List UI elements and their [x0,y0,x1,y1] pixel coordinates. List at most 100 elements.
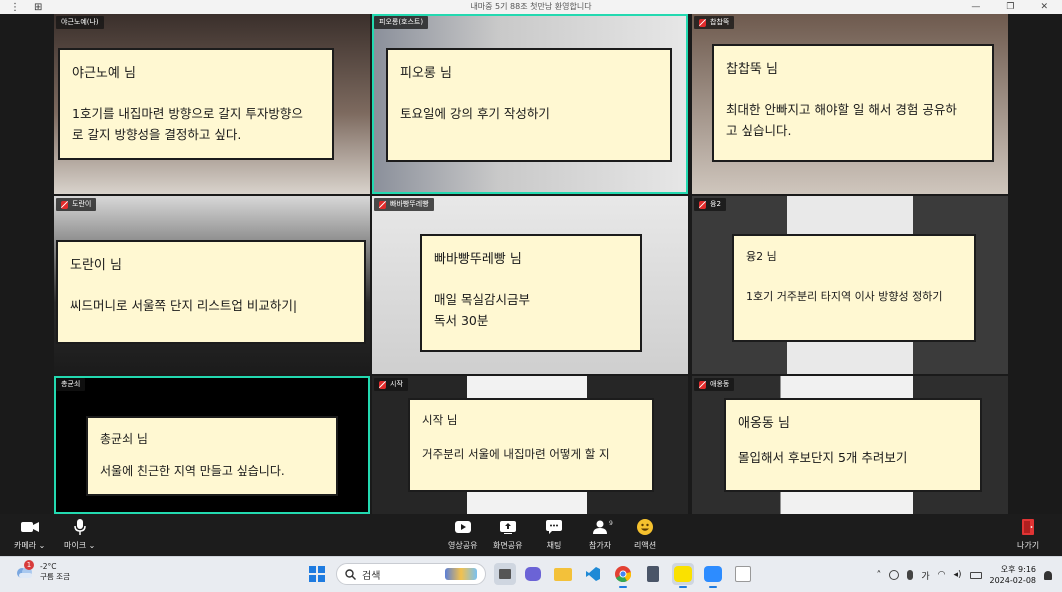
wifi-icon[interactable]: ◠ [938,570,946,580]
participants-button[interactable]: 9 참가자 [589,518,613,554]
note-name: 도란이 님 [70,258,122,273]
chevron-up-icon[interactable]: ˄ [876,570,881,581]
reaction-button[interactable]: 리액션 [634,518,656,554]
notification-bell-icon[interactable] [1044,570,1052,580]
system-tray: ˄ 가 ◠ ◂) 오후 9:16 2024-02-08 [876,557,1052,592]
windows-taskbar: 1 -2°C 구름 조금 검색 ˄ 가 ◠ ◂) 오후 9:16 2024-02… [0,556,1062,592]
participant-name-tag: 애옹동 [694,378,735,391]
search-highlight-image [445,568,477,580]
sticky-note: 총균쇠 님 서울에 친근한 지역 만들고 싶습니다. [86,416,338,496]
note-name: 빠바빵뚜레빵 님 [434,252,522,267]
note-name: 야근노예 님 [72,66,136,81]
note-text: 최대한 안빠지고 해야할 일 해서 경험 공유하 고 싶습니다. [726,102,957,138]
muted-mic-icon [699,200,706,209]
chevron-down-icon: ⌄ [88,541,96,550]
participant-name-tag: 찹찹뚝 [694,16,735,29]
cloud-icon: 1 [16,560,34,580]
minimize-button[interactable]: — [971,2,980,12]
sync-icon[interactable] [889,570,900,580]
sticky-note: 피오롱 님 토요일에 강의 후기 작성하기 [386,48,672,162]
meeting-toolbar: 카메라 ⌄ 마이크 ⌄ 영상공유 화면공유 채팅 9 참가자 리액션 나가기 [0,514,1062,556]
task-view-icon[interactable] [494,563,516,585]
note-name: 융2 님 [746,250,777,263]
sticky-note: 빠바빵뚜레빵 님 매일 목실감시금부 독서 30분 [420,234,642,352]
search-placeholder: 검색 [362,570,381,582]
input-method-indicator[interactable]: 가 [921,569,929,582]
note-text: 1호기 거주분리 타지역 이사 방향성 정하기 [746,290,943,303]
chat-icon [546,518,562,536]
participant-name-tag: 피오롱(호스트) [374,16,429,29]
sticky-note: 도란이 님 씨드머니로 서울쪽 단지 리스트업 비교하기| [56,240,366,344]
share-screen-icon [499,518,516,536]
video-tile-8[interactable]: 애옹동 애옹동 님 몰입해서 후보단지 5개 추려보기 [692,376,1008,514]
clock-date: 2024-02-08 [989,576,1037,585]
participant-name-tag: 융2 [694,198,726,211]
mic-button[interactable]: 마이크 ⌄ [64,518,95,554]
windows-start-icon[interactable] [309,566,325,582]
muted-mic-icon [379,200,386,209]
leave-button[interactable]: 나가기 [1017,518,1039,554]
video-tile-7[interactable]: 시작 시작 님 거주분리 서울에 내집마련 어떻게 할 지 [372,376,688,514]
sticky-note: 애옹동 님 몰입해서 후보단지 5개 추려보기 [724,398,982,492]
video-tile-5[interactable]: 융2 융2 님 1호기 거주분리 타지역 이사 방향성 정하기 [692,196,1008,374]
note-text: 매일 목실감시금부 독서 30분 [434,292,530,328]
vscode-icon[interactable] [582,563,604,585]
smiley-icon [637,518,654,536]
note-name: 시작 님 [422,413,458,427]
share-video-button[interactable]: 영상공유 [448,518,477,554]
calculator-icon[interactable] [642,563,664,585]
participant-name-tag: 시작 [374,378,408,391]
teams-chat-icon[interactable] [522,563,544,585]
clock-time: 오후 9:16 [1000,565,1036,574]
video-tile-2[interactable]: 찹찹뚝 찹찹뚝 님 최대한 안빠지고 해야할 일 해서 경험 공유하 고 싶습니… [692,14,1008,194]
file-explorer-icon[interactable] [552,563,574,585]
video-play-icon [454,518,471,536]
snipping-tool-icon[interactable] [732,563,754,585]
chat-button[interactable]: 채팅 [546,518,562,554]
note-text: 거주분리 서울에 내집마련 어떻게 할 지 [422,447,610,461]
restore-button[interactable]: ❐ [1006,2,1014,12]
zoom-app-icon[interactable] [702,563,724,588]
note-text: 1호기를 내집마련 방향으로 갈지 투자방향으 로 갈지 방향성을 결정하고 싶… [72,106,303,142]
sticky-note: 찹찹뚝 님 최대한 안빠지고 해야할 일 해서 경험 공유하 고 싶습니다. [712,44,994,162]
share-screen-button[interactable]: 화면공유 [493,518,522,554]
participant-name-tag: 야근노예(나) [56,16,104,29]
window-controls: — ❐ ✕ [971,0,1048,14]
exit-door-icon [1022,518,1035,536]
person-icon [593,518,608,536]
video-tile-3[interactable]: 도란이 도란이 님 씨드머니로 서울쪽 단지 리스트업 비교하기| [54,196,370,374]
close-button[interactable]: ✕ [1040,2,1048,12]
muted-mic-icon [699,380,706,389]
weather-widget[interactable]: 1 -2°C 구름 조금 [16,560,70,582]
sticky-note: 야근노예 님 1호기를 내집마련 방향으로 갈지 투자방향으 로 갈지 방향성을… [58,48,334,160]
window-title: 내마중 5기 88조 첫만남 환영합니다 [470,2,592,11]
muted-mic-icon [61,200,68,209]
video-tile-1[interactable]: 피오롱(호스트) 피오롱 님 토요일에 강의 후기 작성하기 [372,14,688,194]
taskbar-search[interactable]: 검색 [336,563,486,585]
note-name: 총균쇠 님 [100,432,148,446]
weather-alert-badge: 1 [24,560,34,570]
volume-icon[interactable]: ◂) [953,570,961,580]
camera-icon [20,518,39,536]
note-text: 씨드머니로 서울쪽 단지 리스트업 비교하기| [70,298,298,313]
participant-name-tag: 도란이 [56,198,97,211]
video-tile-6[interactable]: 총균쇠 총균쇠 님 서울에 친근한 지역 만들고 싶습니다. [54,376,370,514]
note-text: 몰입해서 후보단지 5개 추려보기 [738,450,908,465]
note-text: 서울에 친근한 지역 만들고 싶습니다. [100,464,285,478]
participant-name-tag: 총균쇠 [56,378,86,391]
weather-description: 구름 조금 [40,572,70,581]
sticky-note: 시작 님 거주분리 서울에 내집마련 어떻게 할 지 [408,398,654,492]
microphone-icon [73,518,86,536]
system-clock[interactable]: 오후 9:16 2024-02-08 [990,564,1037,586]
kakaotalk-icon[interactable] [672,563,694,588]
muted-mic-icon [699,18,706,27]
battery-icon[interactable] [969,571,982,579]
microphone-tray-icon[interactable] [907,570,914,580]
video-tile-4[interactable]: 빠바빵뚜레빵 빠바빵뚜레빵 님 매일 목실감시금부 독서 30분 [372,196,688,374]
chrome-icon[interactable] [612,563,634,588]
camera-button[interactable]: 카메라 ⌄ [14,518,45,554]
note-name: 애옹동 님 [738,416,790,431]
muted-mic-icon [379,380,386,389]
note-text: 토요일에 강의 후기 작성하기 [400,106,550,121]
video-tile-0[interactable]: 야근노예(나) 야근노예 님 1호기를 내집마련 방향으로 갈지 투자방향으 로… [54,14,370,194]
